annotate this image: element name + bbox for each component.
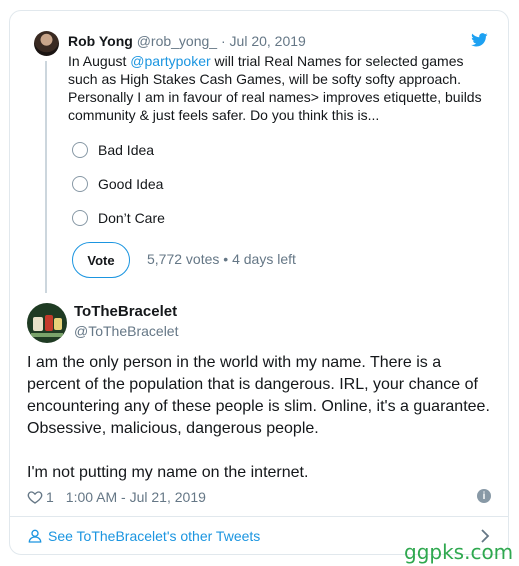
divider [10,516,508,517]
poll-option-good-idea[interactable]: Good Idea [72,174,163,194]
quoted-tweet-text: In August @partypoker will trial Real Na… [68,52,488,124]
person-icon [28,529,42,543]
mention-link[interactable]: @partypoker [130,53,210,69]
quoted-tweet-header: Rob Yong @rob_yong_ · Jul 20, 2019 [68,33,306,49]
like-count[interactable]: 1 [46,489,54,505]
tweet-timestamp[interactable]: 1:00 AM - Jul 21, 2019 [66,489,206,505]
radio-button[interactable] [72,176,88,192]
meta-separator: · [220,33,226,49]
quoted-author-name[interactable]: Rob Yong [68,33,133,49]
tweet-actions-row: 1 1:00 AM - Jul 21, 2019 i [27,487,491,507]
info-icon[interactable]: i [477,489,491,503]
author-handle[interactable]: @ToTheBracelet [74,323,178,339]
poll-meta-separator: • [223,251,229,267]
author-avatar[interactable] [27,303,67,343]
poll-option-label: Good Idea [98,176,164,192]
poll-option-dont-care[interactable]: Don’t Care [72,208,165,228]
quoted-author-avatar[interactable] [34,31,59,56]
poll-option-bad-idea[interactable]: Bad Idea [72,140,154,160]
quoted-author-handle[interactable]: @rob_yong_ [137,33,217,49]
radio-button[interactable] [72,142,88,158]
see-more-label: See ToTheBracelet's other Tweets [48,528,261,544]
poll-meta: 5,772 votes • 4 days left [147,251,296,267]
watermark: ggpks.com [404,540,514,564]
tweet-text: I am the only person in the world with m… [27,354,490,481]
tweet-embed-card: Rob Yong @rob_yong_ · Jul 20, 2019 In Au… [9,10,509,555]
quoted-tweet-date[interactable]: Jul 20, 2019 [230,33,306,49]
thread-line [45,61,47,293]
poll-option-label: Don’t Care [98,210,165,226]
poll-option-label: Bad Idea [98,142,155,158]
heart-icon[interactable] [27,489,43,505]
author-name[interactable]: ToTheBracelet [74,303,177,320]
twitter-bird-icon[interactable] [471,33,488,47]
vote-button[interactable]: Vote [72,242,130,278]
radio-button[interactable] [72,210,88,226]
poll-vote-count: 5,772 votes [147,251,220,267]
poll-time-left: 4 days left [232,251,296,267]
quoted-text-part: In August [68,53,131,69]
